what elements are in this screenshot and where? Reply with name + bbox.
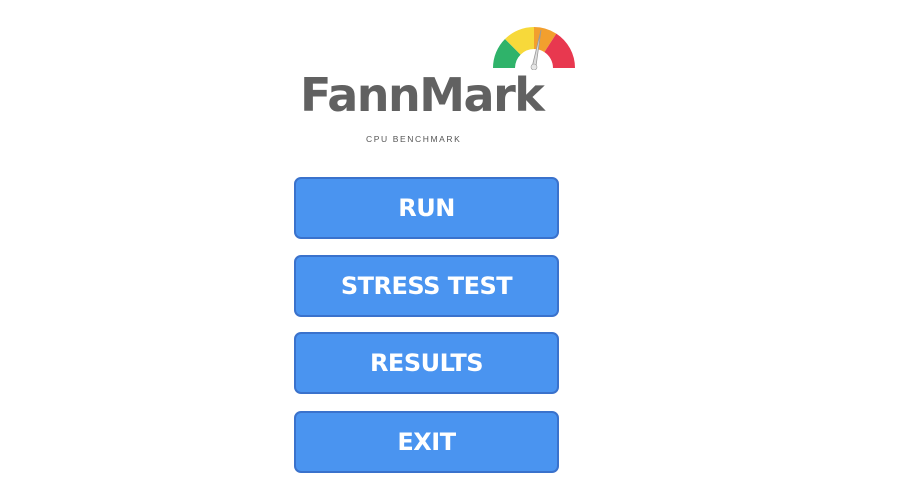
results-button[interactable]: RESULTS bbox=[294, 332, 559, 394]
main-menu: RUN STRESS TEST RESULTS EXIT bbox=[294, 177, 559, 489]
exit-button[interactable]: EXIT bbox=[294, 411, 559, 473]
brand-tagline: CPU BENCHMARK bbox=[366, 134, 462, 144]
stress-test-button[interactable]: STRESS TEST bbox=[294, 255, 559, 317]
run-button[interactable]: RUN bbox=[294, 177, 559, 239]
app-logo: FannMark CPU BENCHMARK bbox=[296, 20, 586, 150]
speedometer-gauge-icon bbox=[493, 26, 575, 70]
brand-name: FannMark bbox=[300, 68, 545, 122]
